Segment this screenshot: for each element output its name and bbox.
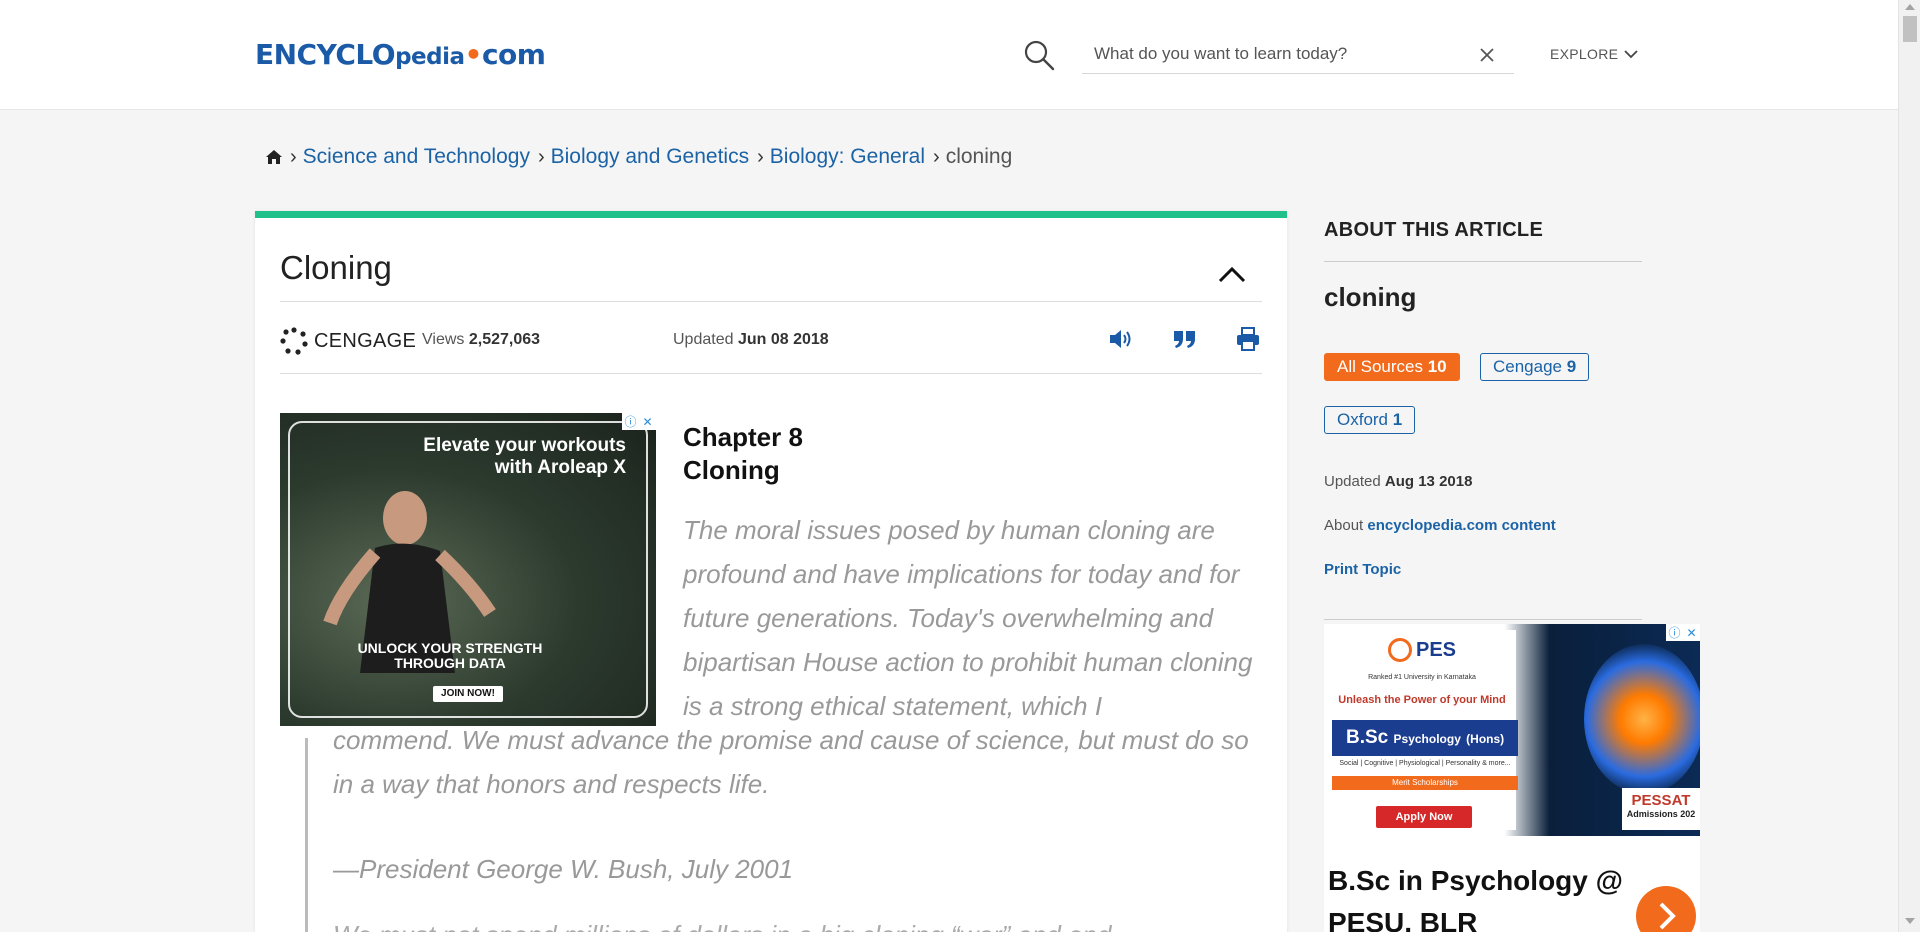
print-topic-link[interactable]: Print Topic [1324, 561, 1401, 578]
chapter-heading: Chapter 8 Cloning [683, 422, 803, 485]
apply-now-button[interactable]: Apply Now [1376, 806, 1472, 828]
article-meta: CENGAGE Views 2,527,063 Updated Jun 08 2… [280, 321, 1262, 361]
topic-title: cloning [1324, 282, 1417, 312]
explore-menu[interactable]: EXPLORE [1550, 46, 1638, 62]
ad-join-button[interactable]: JOIN NOW! [433, 686, 503, 702]
breadcrumb-biology-general[interactable]: Biology: General [770, 145, 925, 169]
source-filter-cengage[interactable]: Cengage 9 [1480, 353, 1590, 381]
pessat-badge: PESSAT Admissions 202 [1622, 788, 1700, 830]
source-filter-all[interactable]: All Sources 10 [1324, 353, 1460, 381]
advertisement-aroleap[interactable]: Elevate your workouts with Aroleap X UNL… [280, 413, 656, 726]
advertisement-pes[interactable]: PES Ranked #1 University in Karnataka Un… [1324, 624, 1700, 932]
quote-attribution: —President George W. Bush, July 2001 [333, 854, 794, 884]
search-icon[interactable] [1022, 38, 1056, 72]
epigraph-quote-continued: commend. We must advance the promise and… [333, 725, 1249, 799]
site-logo[interactable]: ENCYCLOpedia•com [255, 38, 546, 71]
publisher-name: CENGAGE [314, 329, 417, 352]
ad-headline: Elevate your workouts with Aroleap X [423, 435, 626, 478]
sidebar-print: Print Topic [1324, 561, 1401, 578]
chevron-right-icon [1659, 902, 1676, 930]
publisher-logo: CENGAGE [280, 327, 416, 355]
ad-brain-image [1584, 644, 1700, 794]
adchoices[interactable]: ⓘ ✕ [1666, 624, 1700, 641]
chevron-up-icon[interactable] [1217, 264, 1247, 284]
close-icon[interactable]: ✕ [639, 413, 656, 430]
epigraph-quote: The moral issues posed by human cloning … [683, 515, 1253, 721]
breadcrumb-science-technology[interactable]: Science and Technology [303, 145, 530, 169]
article-title: Cloning [280, 249, 392, 286]
sidebar-updated: Updated Aug 13 2018 [1324, 473, 1473, 490]
site-header: ENCYCLOpedia•com EXPLORE [0, 0, 1898, 110]
pes-rank: Ranked #1 University in Karnataka [1368, 674, 1476, 681]
chevron-down-icon [1624, 50, 1638, 59]
ad-panel: PES Ranked #1 University in Karnataka Un… [1328, 630, 1518, 830]
source-filter-oxford[interactable]: Oxford 1 [1324, 406, 1416, 434]
divider [280, 373, 1262, 374]
views-count: Views 2,527,063 [422, 331, 541, 348]
quote-icon[interactable] [1170, 325, 1198, 353]
info-icon[interactable]: ⓘ [622, 413, 639, 430]
ad-subheadline: UNLOCK YOUR STRENGTH THROUGH DATA [357, 640, 543, 671]
close-icon[interactable]: ✕ [1683, 624, 1700, 641]
next-quote: We must not spend millions of dollars in… [333, 920, 1111, 932]
pes-tags: Social | Cognitive | Physiological | Per… [1339, 760, 1511, 767]
breadcrumb-current: cloning [945, 145, 1013, 168]
sidebar-about: About encyclopedia.com content [1324, 517, 1556, 534]
ad-title[interactable]: B.Sc in Psychology @ PESU, BLR [1328, 860, 1628, 932]
pes-logo: PES [1388, 638, 1456, 662]
breadcrumb-separator: › [290, 145, 297, 168]
adchoices[interactable]: ⓘ ✕ [622, 413, 656, 430]
updated-date: Updated Jun 08 2018 [673, 331, 829, 348]
pes-program: B.Sc Psychology (Hons) [1332, 720, 1518, 756]
print-icon[interactable] [1234, 325, 1262, 353]
pes-logo-icon [1388, 638, 1412, 662]
scroll-down-arrow[interactable] [1905, 918, 1915, 924]
blockquote-bar [305, 738, 308, 932]
search-box [1082, 36, 1514, 74]
breadcrumb-separator: › [757, 145, 764, 168]
scroll-up-arrow[interactable] [1905, 4, 1915, 10]
breadcrumb-separator: › [933, 145, 940, 168]
ad-next-button[interactable] [1636, 886, 1696, 932]
divider [280, 301, 1262, 302]
cengage-icon [280, 327, 308, 355]
pes-tagline: Unleash the Power of your Mind [1338, 694, 1506, 706]
divider [1324, 261, 1642, 262]
pes-merit: Merit Scholarships [1332, 776, 1518, 790]
page-scrollbar[interactable] [1898, 0, 1920, 932]
search-input[interactable] [1082, 36, 1462, 72]
breadcrumb-biology-genetics[interactable]: Biology and Genetics [551, 145, 749, 169]
breadcrumb-separator: › [537, 145, 545, 168]
breadcrumb: › Science and Technology › Biology and G… [266, 145, 1012, 169]
info-icon[interactable]: ⓘ [1666, 624, 1683, 641]
about-heading: ABOUT THIS ARTICLE [1324, 219, 1544, 241]
divider [1324, 619, 1642, 620]
speaker-icon[interactable] [1106, 325, 1134, 353]
article-card: Cloning CENGAGE Views 2,527,063 Updated … [255, 211, 1287, 932]
scroll-thumb[interactable] [1903, 16, 1917, 42]
about-content-link[interactable]: encyclopedia.com content [1367, 517, 1555, 534]
home-icon[interactable] [266, 150, 282, 164]
explore-label: EXPLORE [1550, 46, 1619, 62]
close-icon[interactable] [1478, 46, 1496, 64]
